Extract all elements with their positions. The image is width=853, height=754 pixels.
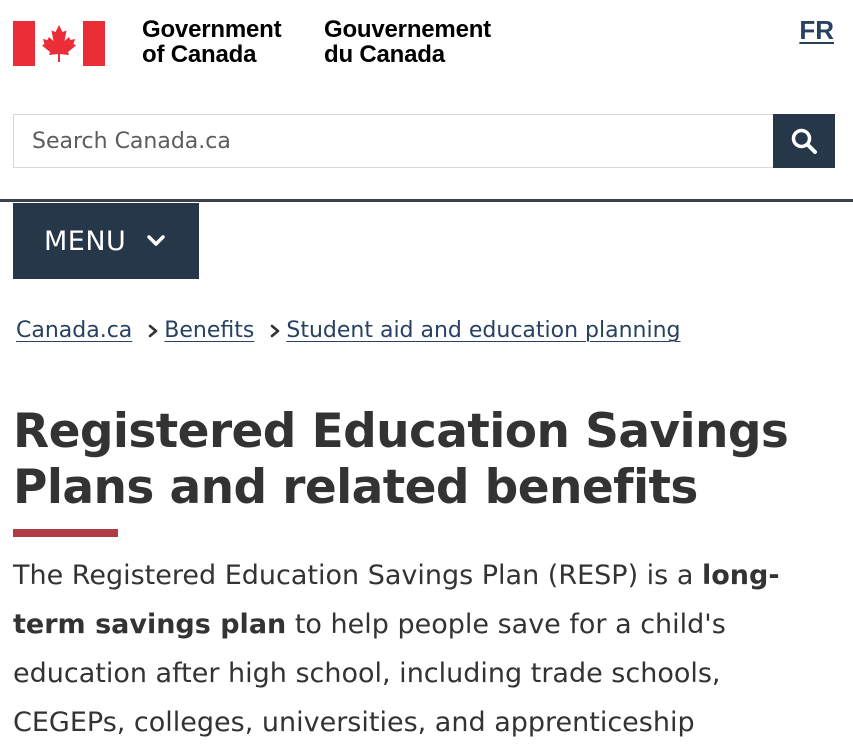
signature-fr-line1: Gouvernement: [324, 16, 491, 43]
search-button[interactable]: [773, 114, 835, 168]
breadcrumb-link-student-aid[interactable]: Student aid and education planning: [286, 318, 680, 343]
chevron-down-icon: [146, 234, 166, 248]
signature-en-line1: Government: [142, 16, 282, 43]
search-input[interactable]: [13, 114, 773, 168]
menu-button[interactable]: MENU: [13, 203, 199, 279]
chevron-right-icon: [270, 324, 280, 338]
signature-french[interactable]: Gouvernement du Canada: [324, 17, 491, 67]
breadcrumb-link-benefits[interactable]: Benefits: [164, 318, 254, 343]
canada-flag-icon: [13, 21, 105, 66]
intro-paragraph: The Registered Education Savings Plan (R…: [13, 551, 838, 747]
menu-label: MENU: [44, 225, 127, 257]
header-divider: [0, 199, 853, 202]
breadcrumb-link-canada[interactable]: Canada.ca: [16, 318, 132, 343]
breadcrumb: Canada.ca Benefits Student aid and educa…: [16, 318, 681, 343]
search-icon: [791, 128, 817, 154]
chevron-right-icon: [148, 324, 158, 338]
language-toggle-link[interactable]: FR: [799, 15, 834, 46]
signature-en-line2: of Canada: [142, 41, 257, 68]
intro-text-before: The Registered Education Savings Plan (R…: [13, 560, 702, 591]
signature-fr-line2: du Canada: [324, 41, 445, 68]
page-title: Registered Education Savings Plans and r…: [13, 404, 789, 515]
title-underline-accent: [13, 529, 118, 537]
signature-english[interactable]: Government of Canada: [142, 16, 282, 68]
